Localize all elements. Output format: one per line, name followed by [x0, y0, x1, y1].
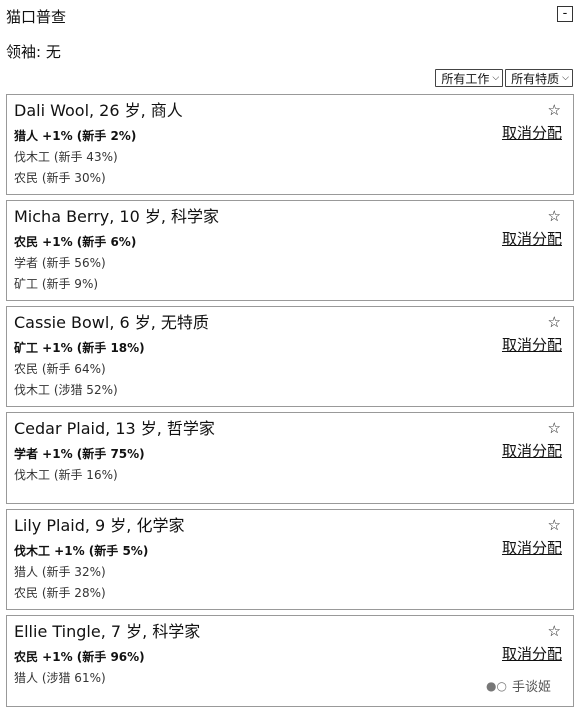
unassign-button[interactable]: 取消分配 [502, 122, 562, 143]
other-job: 农民 (新手 28%) [14, 586, 106, 600]
unassign-button[interactable]: 取消分配 [502, 537, 562, 558]
unassign-button[interactable]: 取消分配 [502, 440, 562, 461]
other-job: 猎人 (新手 32%) [14, 565, 106, 579]
job-filter-select[interactable]: 所有工作 ⌵ [435, 69, 504, 87]
cat-title: Cassie Bowl, 6 岁, 无特质 [14, 313, 209, 332]
current-job: 农民 +1% (新手 96%) [14, 650, 145, 664]
current-job: 农民 +1% (新手 6%) [14, 235, 137, 249]
page-title: 猫口普查 [6, 8, 67, 26]
cat-title: Lily Plaid, 9 岁, 化学家 [14, 516, 185, 535]
current-job: 猎人 +1% (新手 2%) [14, 129, 137, 143]
watermark: ●○ 手谈姬 [486, 676, 551, 696]
other-job: 伐木工 (涉猎 52%) [14, 383, 118, 397]
cat-title: Dali Wool, 26 岁, 商人 [14, 101, 183, 120]
cat-title: Ellie Tingle, 7 岁, 科学家 [14, 622, 201, 641]
job-filter-label: 所有工作 [441, 71, 490, 86]
other-job: 农民 (新手 64%) [14, 362, 106, 376]
cat-list: Dali Wool, 26 岁, 商人 猎人 +1% (新手 2%) 伐木工 (… [6, 94, 574, 712]
star-icon[interactable]: ☆ [548, 419, 561, 437]
star-icon[interactable]: ☆ [548, 622, 561, 640]
filter-bar: 所有工作 ⌵ 所有特质 ⌵ [435, 69, 573, 87]
current-job: 矿工 +1% (新手 18%) [14, 341, 145, 355]
cat-title: Micha Berry, 10 岁, 科学家 [14, 207, 220, 226]
other-job: 学者 (新手 56%) [14, 256, 106, 270]
star-icon[interactable]: ☆ [548, 207, 561, 225]
other-job: 伐木工 (新手 43%) [14, 150, 118, 164]
chevron-down-icon: ⌵ [492, 73, 500, 83]
current-job: 学者 +1% (新手 75%) [14, 447, 145, 461]
cat-card: Micha Berry, 10 岁, 科学家 农民 +1% (新手 6%) 学者… [6, 200, 574, 301]
unassign-button[interactable]: 取消分配 [502, 334, 562, 355]
star-icon[interactable]: ☆ [548, 101, 561, 119]
collapse-button[interactable]: - [557, 6, 573, 22]
cat-card: Lily Plaid, 9 岁, 化学家 伐木工 +1% (新手 5%) 猎人 … [6, 509, 574, 610]
cat-card: Cassie Bowl, 6 岁, 无特质 矿工 +1% (新手 18%) 农民… [6, 306, 574, 407]
current-job: 伐木工 +1% (新手 5%) [14, 544, 149, 558]
unassign-button[interactable]: 取消分配 [502, 643, 562, 664]
cat-title: Cedar Plaid, 13 岁, 哲学家 [14, 419, 215, 438]
star-icon[interactable]: ☆ [548, 516, 561, 534]
watermark-text: 手谈姬 [511, 680, 551, 695]
other-job: 矿工 (新手 9%) [14, 277, 99, 291]
trait-filter-label: 所有特质 [511, 71, 560, 86]
chat-bubble-icon: ●○ [486, 678, 507, 693]
trait-filter-select[interactable]: 所有特质 ⌵ [505, 69, 573, 87]
star-icon[interactable]: ☆ [548, 313, 561, 331]
cat-card: Dali Wool, 26 岁, 商人 猎人 +1% (新手 2%) 伐木工 (… [6, 94, 574, 195]
leader-status: 领袖: 无 [6, 43, 61, 61]
chevron-down-icon: ⌵ [562, 73, 569, 83]
other-job: 农民 (新手 30%) [14, 171, 106, 185]
unassign-button[interactable]: 取消分配 [502, 228, 562, 249]
other-job: 伐木工 (新手 16%) [14, 468, 118, 482]
cat-card: Cedar Plaid, 13 岁, 哲学家 学者 +1% (新手 75%) 伐… [6, 412, 574, 504]
